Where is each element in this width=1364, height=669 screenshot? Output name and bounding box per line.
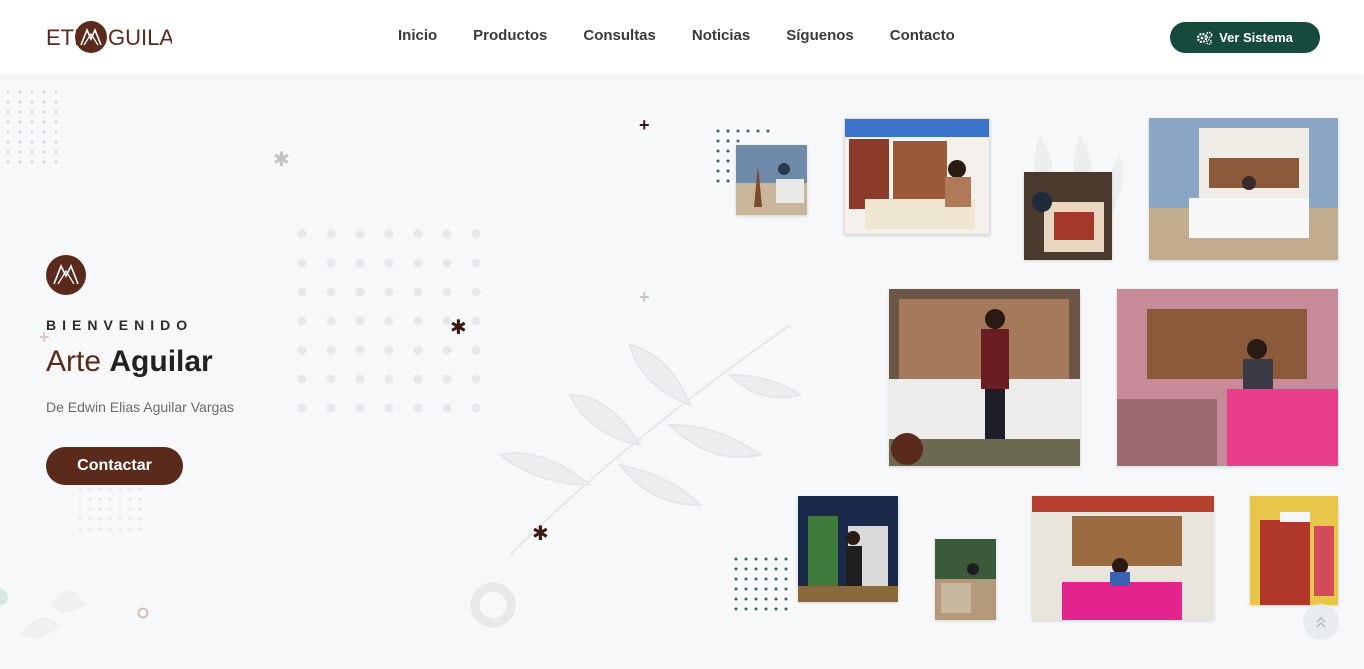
nav-noticias[interactable]: Noticias xyxy=(692,27,750,44)
hero-subtitle: De Edwin Elias Aguilar Vargas xyxy=(46,399,235,415)
scroll-to-top-button[interactable] xyxy=(1303,604,1339,640)
dot-grid-decoration xyxy=(734,557,788,611)
asterisk-decoration-icon: ✱ xyxy=(273,149,290,171)
leaf-decoration-icon xyxy=(0,589,85,639)
asterisk-decoration-icon: ✱ xyxy=(532,523,549,545)
logo-mark-icon: ETR GUILAR xyxy=(46,21,172,53)
gallery-photo[interactable] xyxy=(1024,172,1112,260)
gears-icon xyxy=(1197,31,1213,45)
gallery-photo[interactable] xyxy=(798,496,898,602)
gallery-photo[interactable] xyxy=(736,145,807,215)
svg-text:GUILAR: GUILAR xyxy=(108,25,172,50)
logo[interactable]: ETR GUILAR xyxy=(46,20,172,54)
nav-inicio[interactable]: Inicio xyxy=(398,27,437,44)
hero-title: Arte Aguilar xyxy=(46,345,213,379)
gallery-photo[interactable] xyxy=(1250,496,1338,605)
gallery-photo[interactable] xyxy=(1117,289,1338,466)
double-chevron-up-icon xyxy=(1316,616,1326,628)
ring-decoration-icon xyxy=(470,582,516,628)
nav-siguenos[interactable]: Síguenos xyxy=(786,27,854,44)
leaf-decoration-icon xyxy=(497,324,803,556)
nav-consultas[interactable]: Consultas xyxy=(583,27,656,44)
gallery-photo[interactable] xyxy=(889,289,1080,466)
header: ETR GUILAR Inicio Productos Consultas No… xyxy=(0,0,1364,75)
hero-logo-icon xyxy=(46,255,86,300)
gallery-photo[interactable] xyxy=(1149,118,1338,260)
hero-title-bold: Aguilar xyxy=(109,345,213,378)
asterisk-decoration-icon: ✱ xyxy=(450,317,467,339)
contact-button[interactable]: Contactar xyxy=(46,447,183,485)
dot-grid-decoration xyxy=(6,90,58,164)
hero-title-light: Arte xyxy=(46,345,102,378)
main-nav: Inicio Productos Consultas Noticias Sígu… xyxy=(398,27,991,44)
plus-decoration-icon: + xyxy=(639,115,650,135)
gallery-photo[interactable] xyxy=(844,118,990,235)
nav-contacto[interactable]: Contacto xyxy=(890,27,955,44)
gallery-photo[interactable] xyxy=(1032,496,1214,620)
ring-decoration-icon xyxy=(137,607,149,619)
ver-sistema-label: Ver Sistema xyxy=(1219,30,1293,45)
welcome-label: BIENVENIDO xyxy=(46,317,194,333)
gallery-photo[interactable] xyxy=(935,539,996,620)
dot-grid-decoration xyxy=(78,487,142,531)
hero-section: ✱ + + + ✱ ✱ BIENVENIDO Arte Aguilar De E… xyxy=(0,75,1364,669)
nav-productos[interactable]: Productos xyxy=(473,27,547,44)
plus-decoration-icon: + xyxy=(639,287,650,307)
ver-sistema-button[interactable]: Ver Sistema xyxy=(1170,22,1320,53)
